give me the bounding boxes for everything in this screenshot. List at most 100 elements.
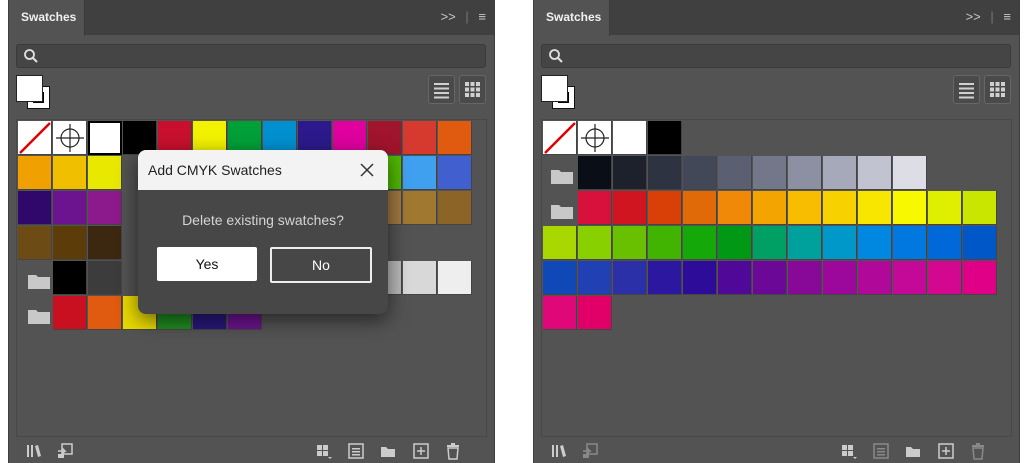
list-view-button[interactable]: [428, 75, 455, 104]
fill-stroke-indicator[interactable]: [541, 75, 581, 115]
white-swatch[interactable]: [613, 121, 647, 155]
color-swatch[interactable]: [788, 191, 822, 225]
color-swatch[interactable]: [753, 226, 787, 260]
color-swatch[interactable]: [53, 296, 87, 330]
color-swatch[interactable]: [963, 191, 997, 225]
color-swatch[interactable]: [858, 156, 892, 190]
color-swatch[interactable]: [788, 261, 822, 295]
color-swatch[interactable]: [648, 226, 682, 260]
delete-swatch-icon[interactable]: [444, 442, 462, 460]
color-group-folder-icon[interactable]: [22, 263, 56, 297]
no-button[interactable]: No: [270, 247, 372, 283]
color-swatch[interactable]: [88, 191, 122, 225]
color-swatch[interactable]: [893, 191, 927, 225]
color-swatch[interactable]: [963, 226, 997, 260]
list-view-button[interactable]: [953, 75, 980, 104]
color-swatch[interactable]: [753, 261, 787, 295]
color-swatch[interactable]: [683, 156, 717, 190]
color-swatch[interactable]: [718, 261, 752, 295]
color-group-folder-icon[interactable]: [545, 193, 579, 227]
search-input[interactable]: [16, 44, 486, 68]
color-swatch[interactable]: [893, 226, 927, 260]
none-swatch[interactable]: [18, 121, 52, 155]
new-color-group-icon[interactable]: [379, 442, 397, 460]
color-swatch[interactable]: [88, 156, 122, 190]
color-swatch[interactable]: [753, 191, 787, 225]
color-swatch[interactable]: [53, 156, 87, 190]
color-swatch[interactable]: [403, 121, 437, 155]
close-icon[interactable]: [358, 161, 376, 179]
color-swatch[interactable]: [858, 191, 892, 225]
color-swatch[interactable]: [683, 191, 717, 225]
color-swatch[interactable]: [823, 261, 857, 295]
color-swatch[interactable]: [648, 191, 682, 225]
color-swatch[interactable]: [928, 191, 962, 225]
color-swatch[interactable]: [88, 226, 122, 260]
color-swatch[interactable]: [858, 261, 892, 295]
fill-stroke-indicator[interactable]: [16, 75, 56, 115]
color-swatch[interactable]: [403, 191, 437, 225]
color-swatch[interactable]: [53, 191, 87, 225]
hamburger-menu-icon[interactable]: ≡: [478, 9, 486, 24]
color-swatch[interactable]: [18, 156, 52, 190]
color-swatch[interactable]: [438, 191, 472, 225]
color-swatch[interactable]: [438, 121, 472, 155]
color-swatch[interactable]: [543, 226, 577, 260]
color-swatch[interactable]: [543, 296, 577, 330]
color-group-folder-icon[interactable]: [545, 158, 579, 192]
color-swatch[interactable]: [683, 226, 717, 260]
color-swatch[interactable]: [683, 261, 717, 295]
color-swatch[interactable]: [788, 226, 822, 260]
grid-view-button[interactable]: [984, 75, 1011, 104]
color-swatch[interactable]: [578, 296, 612, 330]
registration-swatch[interactable]: [578, 121, 612, 155]
swatch-libraries-icon[interactable]: [550, 442, 568, 460]
color-swatch[interactable]: [963, 261, 997, 295]
color-swatch[interactable]: [788, 156, 822, 190]
color-swatch[interactable]: [578, 226, 612, 260]
color-swatch[interactable]: [438, 261, 472, 295]
collapse-icon[interactable]: >>: [966, 9, 981, 24]
color-swatch[interactable]: [928, 226, 962, 260]
color-swatch[interactable]: [648, 121, 682, 155]
tab-swatches[interactable]: Swatches: [534, 0, 610, 36]
color-swatch[interactable]: [893, 156, 927, 190]
color-swatch[interactable]: [753, 156, 787, 190]
color-swatch[interactable]: [438, 156, 472, 190]
swatch-kind-menu-icon[interactable]: [840, 442, 858, 460]
color-swatch[interactable]: [88, 261, 122, 295]
color-swatch[interactable]: [18, 191, 52, 225]
none-swatch[interactable]: [543, 121, 577, 155]
swatch-kind-menu-icon[interactable]: [315, 442, 333, 460]
swatch-libraries-icon[interactable]: [25, 442, 43, 460]
color-swatch[interactable]: [928, 261, 962, 295]
color-swatch[interactable]: [718, 226, 752, 260]
color-swatch[interactable]: [893, 261, 927, 295]
color-swatch[interactable]: [648, 156, 682, 190]
white-swatch-selected[interactable]: [88, 121, 122, 155]
hamburger-menu-icon[interactable]: ≡: [1003, 9, 1011, 24]
color-swatch[interactable]: [53, 226, 87, 260]
color-swatch[interactable]: [718, 156, 752, 190]
color-swatch[interactable]: [88, 296, 122, 330]
color-swatch[interactable]: [578, 261, 612, 295]
registration-swatch[interactable]: [53, 121, 87, 155]
color-swatch[interactable]: [543, 261, 577, 295]
color-swatch[interactable]: [403, 261, 437, 295]
swatch-options-icon[interactable]: [347, 442, 365, 460]
color-swatch[interactable]: [718, 191, 752, 225]
color-swatch[interactable]: [823, 156, 857, 190]
color-swatch[interactable]: [613, 226, 647, 260]
place-swatch-icon[interactable]: [56, 442, 74, 460]
color-swatch[interactable]: [403, 156, 437, 190]
color-swatch[interactable]: [823, 191, 857, 225]
color-swatch[interactable]: [18, 226, 52, 260]
yes-button[interactable]: Yes: [157, 247, 257, 281]
tab-swatches[interactable]: Swatches: [9, 0, 85, 36]
color-swatch[interactable]: [53, 261, 87, 295]
search-input[interactable]: [541, 44, 1011, 68]
color-swatch[interactable]: [578, 191, 612, 225]
new-swatch-icon[interactable]: [412, 442, 430, 460]
new-swatch-icon[interactable]: [937, 442, 955, 460]
color-group-folder-icon[interactable]: [22, 298, 56, 332]
